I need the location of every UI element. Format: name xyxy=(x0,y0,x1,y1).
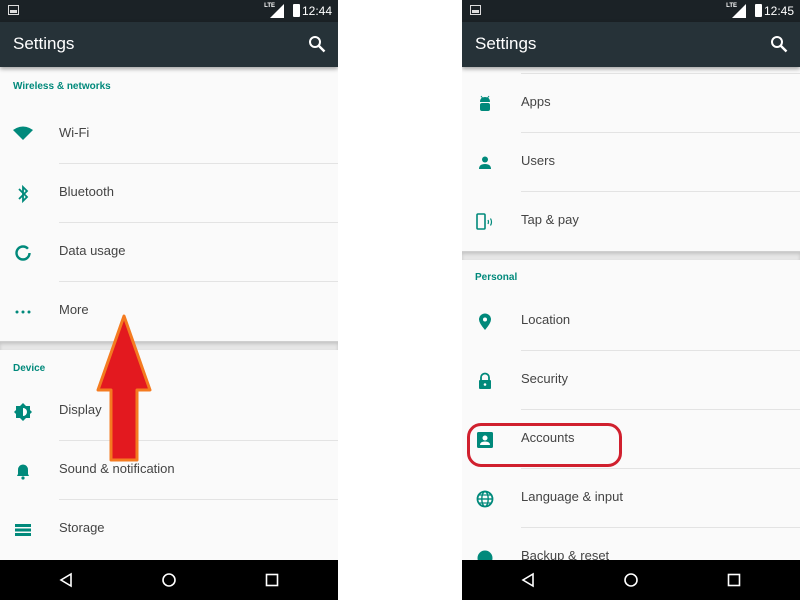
item-label: Data usage xyxy=(59,243,126,258)
item-label: Apps xyxy=(521,94,551,109)
battery-icon xyxy=(755,4,762,17)
battery-icon xyxy=(293,4,300,17)
clock: 12:44 xyxy=(301,4,332,18)
section-separator xyxy=(0,341,338,350)
item-label: Users xyxy=(521,153,555,168)
section-header-device: Device xyxy=(13,363,46,374)
bell-icon xyxy=(17,464,29,480)
recents-button[interactable] xyxy=(726,572,742,588)
section-header-personal: Personal xyxy=(475,272,518,283)
back-button[interactable] xyxy=(58,572,74,588)
page-title: Settings xyxy=(475,34,537,53)
display-icon xyxy=(14,403,32,421)
settings-item-sound[interactable]: Sound & notification xyxy=(0,441,338,500)
section-separator xyxy=(462,251,800,260)
settings-item-more[interactable]: More xyxy=(0,282,338,341)
tap-pay-icon xyxy=(476,213,493,230)
android-icon xyxy=(480,95,490,111)
location-icon xyxy=(479,313,491,330)
search-icon[interactable] xyxy=(308,35,326,53)
data-usage-icon xyxy=(15,245,31,261)
person-icon xyxy=(479,156,491,169)
app-bar: Settings xyxy=(0,22,338,67)
accounts-highlight-annotation xyxy=(467,423,622,467)
wifi-icon xyxy=(13,126,33,140)
settings-item-language[interactable]: Language & input xyxy=(462,469,800,528)
item-label: More xyxy=(59,302,89,317)
home-button[interactable] xyxy=(161,572,177,588)
page-title: Settings xyxy=(13,34,75,53)
clock: 12:45 xyxy=(763,4,794,18)
settings-item-location[interactable]: Location xyxy=(462,292,800,351)
settings-item-backup[interactable]: Backup & reset xyxy=(462,528,800,560)
signal-icon xyxy=(732,4,746,18)
section-header-wireless: Wireless & networks xyxy=(13,81,111,92)
settings-item-storage[interactable]: Storage xyxy=(0,500,338,559)
settings-list[interactable]: Wireless & networks Wi-Fi Bluetooth Data… xyxy=(0,67,338,560)
settings-item-wifi[interactable]: Wi-Fi xyxy=(0,105,338,164)
search-icon[interactable] xyxy=(770,35,788,53)
settings-item-display[interactable]: Display xyxy=(0,382,338,441)
navigation-bar xyxy=(462,560,800,600)
scrolled-divider-area xyxy=(462,67,800,74)
item-label: Location xyxy=(521,312,571,327)
image-notification-icon xyxy=(470,5,481,15)
app-bar: Settings xyxy=(462,22,800,67)
lock-icon xyxy=(479,372,491,389)
item-label: Wi-Fi xyxy=(59,125,90,140)
image-notification-icon xyxy=(8,5,19,15)
item-label: Storage xyxy=(59,520,105,535)
settings-item-tap-pay[interactable]: Tap & pay xyxy=(462,192,800,251)
globe-icon xyxy=(476,490,494,508)
settings-item-apps[interactable]: Apps xyxy=(462,74,800,133)
storage-icon xyxy=(15,524,31,536)
signal-icon xyxy=(270,4,284,18)
item-label: Security xyxy=(521,371,568,386)
bluetooth-icon xyxy=(18,184,29,204)
right-phone-screen: LTE 12:45 Settings Apps Users Tap & pay … xyxy=(462,0,800,600)
left-phone-screen: LTE 12:44 Settings Wireless & networks W… xyxy=(0,0,338,600)
settings-item-data-usage[interactable]: Data usage xyxy=(0,223,338,282)
settings-item-users[interactable]: Users xyxy=(462,133,800,192)
status-bar: LTE 12:44 xyxy=(0,0,338,22)
up-arrow-annotation xyxy=(96,314,152,462)
settings-list[interactable]: Apps Users Tap & pay Personal Location S… xyxy=(462,67,800,560)
navigation-bar xyxy=(0,560,338,600)
settings-item-security[interactable]: Security xyxy=(462,351,800,410)
more-icon xyxy=(15,310,31,314)
status-bar: LTE 12:45 xyxy=(462,0,800,22)
home-button[interactable] xyxy=(623,572,639,588)
item-label: Backup & reset xyxy=(521,548,610,560)
back-button[interactable] xyxy=(520,572,536,588)
item-label: Language & input xyxy=(521,489,623,504)
settings-item-bluetooth[interactable]: Bluetooth xyxy=(0,164,338,223)
item-label: Bluetooth xyxy=(59,184,114,199)
item-label: Tap & pay xyxy=(521,212,579,227)
item-label: Sound & notification xyxy=(59,461,175,476)
recents-button[interactable] xyxy=(264,572,280,588)
backup-icon xyxy=(477,550,493,560)
